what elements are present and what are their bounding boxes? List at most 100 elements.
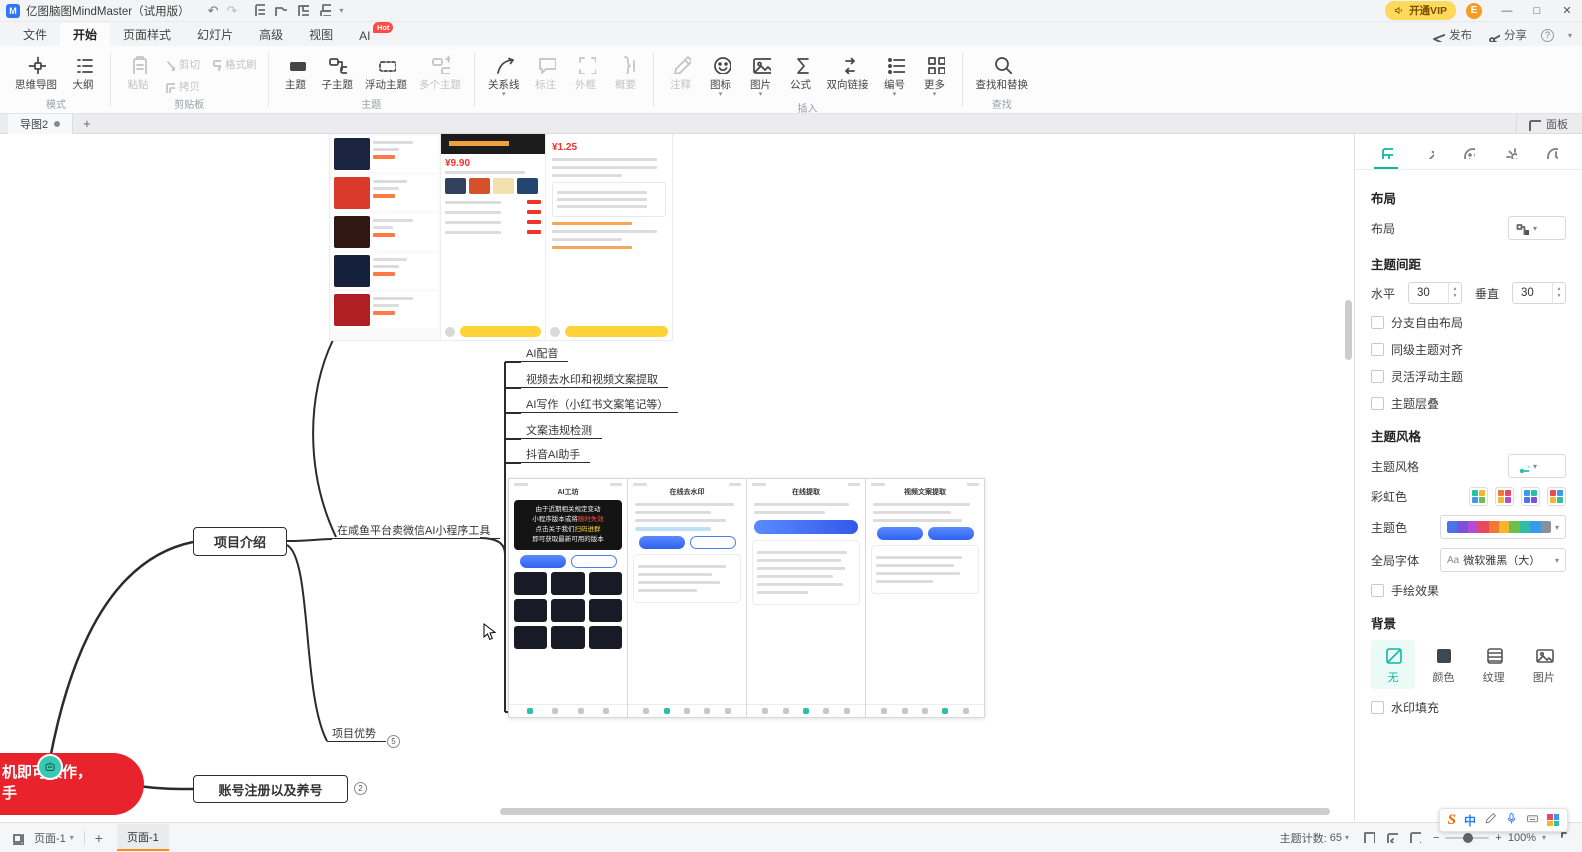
tab-ai[interactable]: AIHot [346, 26, 383, 46]
share-button[interactable]: 分享 [1486, 27, 1527, 43]
zoom-level[interactable]: 100% [1508, 832, 1536, 844]
minimap-button[interactable] [1407, 829, 1421, 846]
page-tab[interactable]: 页面-1 [117, 824, 169, 851]
tab-advanced[interactable]: 高级 [246, 23, 296, 46]
input-language-toggle[interactable]: 中 [1464, 812, 1476, 829]
ai-assistant-button[interactable] [37, 754, 63, 780]
vertical-spacing-stepper[interactable]: 30▲▼ [1512, 282, 1566, 304]
tab-view[interactable]: 视图 [296, 23, 346, 46]
find-replace-button[interactable]: 查找和替换 [970, 52, 1035, 94]
maximize-button[interactable]: □ [1522, 0, 1552, 22]
handwriting-icon[interactable] [1484, 812, 1497, 828]
panel-toggle-button[interactable]: 面板 [1516, 114, 1574, 133]
theme-style-dropdown[interactable]: ▾ [1508, 454, 1566, 478]
fit-window-button[interactable] [1384, 829, 1398, 846]
checkbox-icon[interactable] [1371, 343, 1384, 356]
collapsed-count-badge[interactable]: 2 [354, 782, 367, 795]
subtopic-douyin-ai[interactable]: 抖音AI助手 [521, 446, 590, 463]
stepper-arrows-icon[interactable]: ▲▼ [1448, 283, 1461, 303]
stepper-arrows-icon[interactable]: ▲▼ [1552, 283, 1565, 303]
user-avatar[interactable]: E [1466, 3, 1482, 19]
minimize-button[interactable]: — [1492, 0, 1522, 22]
multi-topic-button[interactable]: 多个主题 [413, 52, 467, 94]
checkbox-icon[interactable] [1371, 584, 1384, 597]
panel-tab-layout[interactable] [1379, 134, 1393, 169]
boundary-button[interactable]: 外框 [566, 52, 606, 94]
panel-tab-theme[interactable] [1503, 134, 1517, 169]
hand-drawn-checkbox-row[interactable]: 手绘效果 [1371, 582, 1566, 599]
outline-mode-button[interactable]: 大纲 [63, 52, 103, 94]
panel-tab-ai-style[interactable] [1420, 134, 1434, 169]
help-button[interactable]: ? [1541, 29, 1554, 42]
watermark-checkbox-row[interactable]: 水印填充 [1371, 699, 1566, 716]
callout-button[interactable]: 标注 [526, 52, 566, 94]
comment-button[interactable]: 注释 [661, 52, 701, 94]
cut-button[interactable]: 剪切 [162, 57, 200, 72]
checkbox-icon[interactable] [1371, 397, 1384, 410]
topic-project-advantage[interactable]: 项目优势 [327, 725, 386, 742]
checkbox-icon[interactable] [1371, 701, 1384, 714]
collapse-ribbon-chevron-icon[interactable]: ▾ [1568, 31, 1572, 40]
bg-color-option[interactable]: 颜色 [1421, 640, 1465, 689]
insert-image-button[interactable]: 图片 ▾ [741, 52, 781, 98]
topic-button[interactable]: 主题 [276, 52, 316, 94]
relationship-button[interactable]: 关系线 ▾ [482, 52, 526, 98]
topic-overlap-checkbox-row[interactable]: 主题层叠 [1371, 395, 1566, 412]
zoom-slider[interactable] [1445, 837, 1489, 839]
phone-screenshots-image[interactable]: AI工坊 由于近期相关规定变动 小程序版本或将随时失效 点击关于我们扫码进群 即… [508, 478, 985, 718]
tab-page-style[interactable]: 页面样式 [110, 23, 184, 46]
topic-account-register[interactable]: 账号注册以及养号 [193, 775, 348, 803]
checkbox-icon[interactable] [1371, 370, 1384, 383]
rainbow-style-button[interactable] [1547, 487, 1566, 506]
new-document-tab-button[interactable]: + [83, 116, 91, 131]
global-font-dropdown[interactable]: Aa 微软雅黑（大） ▾ [1440, 548, 1566, 572]
microphone-icon[interactable] [1505, 812, 1518, 828]
sogou-logo-icon[interactable]: S [1448, 812, 1456, 829]
save-button[interactable] [295, 2, 309, 19]
print-button[interactable] [317, 2, 331, 19]
subtopic-button[interactable]: 子主题 [316, 52, 360, 94]
rainbow-style-button[interactable] [1495, 487, 1514, 506]
subtopic-ai-writing[interactable]: AI写作（小红书文案笔记等） [521, 396, 678, 413]
insert-icon-button[interactable]: 图标 ▾ [701, 52, 741, 98]
open-file-button[interactable] [273, 2, 287, 19]
page-selector[interactable]: 页面-1▾ [34, 830, 74, 846]
quick-access-chevron-icon[interactable]: ▾ [339, 6, 343, 15]
view-mode-icon[interactable] [10, 831, 24, 845]
topic-xianyu-platform[interactable]: 在咸鱼平台卖微信AI小程序工具 [332, 522, 500, 539]
summary-button[interactable]: 概要 [606, 52, 646, 94]
rainbow-style-button[interactable] [1521, 487, 1540, 506]
numbering-button[interactable]: 编号 ▾ [875, 52, 915, 98]
horizontal-spacing-stepper[interactable]: 30▲▼ [1408, 282, 1462, 304]
tab-slides[interactable]: 幻灯片 [184, 23, 246, 46]
vertical-scrollbar[interactable] [1345, 300, 1352, 360]
tab-home[interactable]: 开始 [60, 23, 110, 46]
mindmap-canvas[interactable]: ¥9.90 ¥1.25 项目介绍 在咸鱼平台卖微信AI小程序工具 AI配音 视频… [0, 134, 1354, 822]
horizontal-scrollbar[interactable] [500, 808, 1330, 815]
bg-none-option[interactable]: 无 [1371, 640, 1415, 689]
subtopic-ai-dubbing[interactable]: AI配音 [521, 345, 568, 362]
zoom-out-button[interactable]: − [1433, 832, 1439, 844]
zoom-in-button[interactable]: + [1495, 832, 1501, 844]
more-insert-button[interactable]: 更多 ▾ [915, 52, 955, 98]
keyboard-icon[interactable] [1526, 812, 1539, 828]
formula-button[interactable]: 公式 [781, 52, 821, 94]
topic-project-intro[interactable]: 项目介绍 [193, 527, 287, 556]
flexible-floating-checkbox-row[interactable]: 灵活浮动主题 [1371, 368, 1566, 385]
tab-file[interactable]: 文件 [10, 23, 60, 46]
undo-button[interactable]: ↶ [208, 3, 219, 19]
bg-texture-option[interactable]: 纹理 [1472, 640, 1516, 689]
topic-count[interactable]: 主题计数: 65 ▾ [1280, 830, 1349, 846]
panel-tab-emoji[interactable] [1461, 134, 1475, 169]
copy-button[interactable]: 拷贝 [162, 79, 200, 94]
new-file-button[interactable] [251, 2, 265, 19]
mindmap-mode-button[interactable]: 思维导图 [9, 52, 63, 94]
input-toolbox-icon[interactable] [1547, 814, 1559, 826]
theme-color-dropdown[interactable]: ▾ [1440, 515, 1566, 539]
bg-image-option[interactable]: 图片 [1522, 640, 1566, 689]
document-tab[interactable]: 导图2 [8, 114, 73, 134]
redo-button[interactable]: ↷ [226, 3, 237, 19]
publish-button[interactable]: 发布 [1431, 27, 1472, 43]
subtopic-watermark-removal[interactable]: 视频去水印和视频文案提取 [521, 371, 668, 388]
close-button[interactable]: ✕ [1552, 0, 1582, 22]
